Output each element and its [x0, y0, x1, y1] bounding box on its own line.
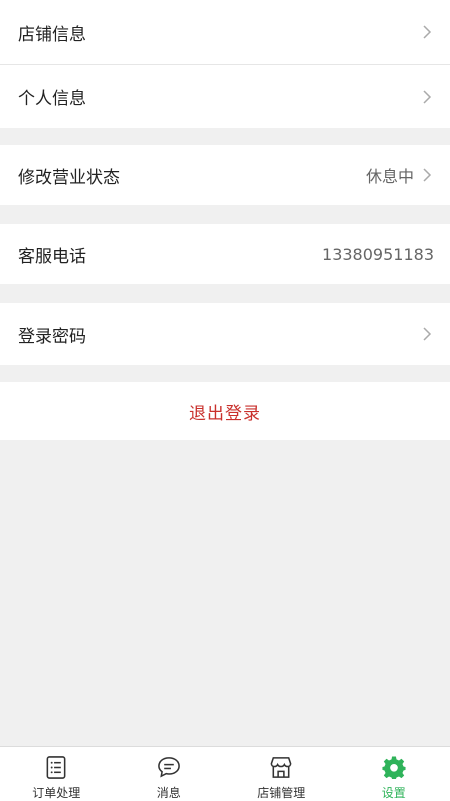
business-status-label: 修改营业状态 — [18, 163, 366, 188]
store-info-label: 店铺信息 — [18, 20, 414, 45]
chevron-right-icon — [420, 23, 434, 41]
menu-item-service-phone[interactable]: 客服电话 13380951183 — [0, 224, 450, 284]
menu-item-login-password[interactable]: 登录密码 — [0, 303, 450, 365]
tab-messages[interactable]: 消息 — [113, 747, 226, 801]
service-phone-value[interactable]: 13380951183 — [322, 245, 434, 264]
menu-item-business-status[interactable]: 修改营业状态 休息中 — [0, 145, 450, 205]
bottom-tab-bar: 订单处理 消息 店铺管理 设置 — [0, 746, 450, 801]
logout-label: 退出登录 — [189, 399, 261, 424]
business-status-value: 休息中 — [366, 163, 414, 187]
tab-store-management[interactable]: 店铺管理 — [225, 747, 338, 801]
menu-item-personal-info[interactable]: 个人信息 — [0, 65, 450, 128]
tab-orders[interactable]: 订单处理 — [0, 747, 113, 801]
service-phone-label: 客服电话 — [18, 242, 322, 267]
gear-icon — [381, 755, 407, 780]
chevron-right-icon — [420, 166, 434, 184]
tab-label: 订单处理 — [32, 784, 80, 801]
tab-label: 设置 — [382, 784, 406, 801]
tab-settings[interactable]: 设置 — [338, 747, 450, 801]
tab-label: 店铺管理 — [257, 784, 305, 801]
menu-item-store-info[interactable]: 店铺信息 — [0, 0, 450, 64]
chat-icon — [156, 755, 182, 780]
chevron-right-icon — [420, 325, 434, 343]
logout-button[interactable]: 退出登录 — [0, 382, 450, 440]
login-password-label: 登录密码 — [18, 322, 414, 347]
personal-info-label: 个人信息 — [18, 84, 414, 109]
tab-label: 消息 — [157, 784, 181, 801]
list-icon — [43, 755, 69, 780]
chevron-right-icon — [420, 88, 434, 106]
store-icon — [268, 755, 294, 780]
